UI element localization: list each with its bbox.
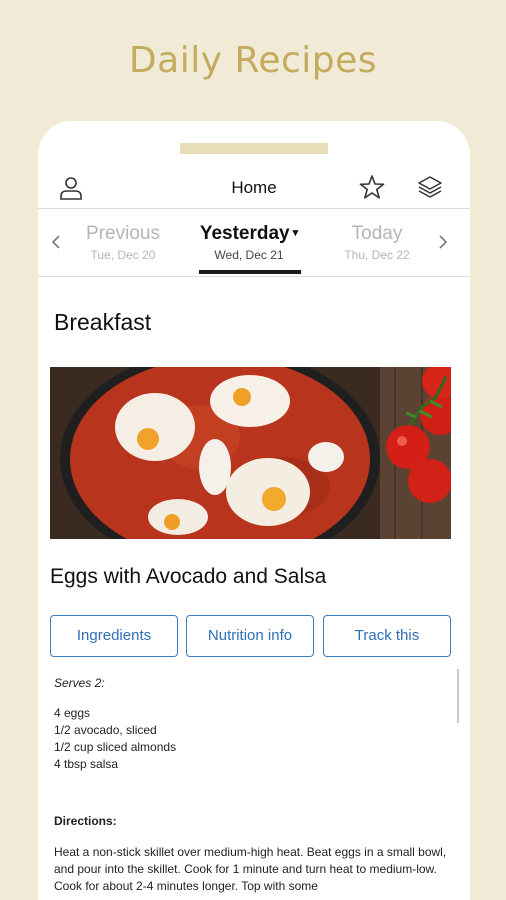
phone-frame: Home Previous Tue, Dec 20 Yesterday ▾ Wed…: [38, 121, 470, 900]
layers-icon[interactable]: [416, 173, 444, 201]
day-previous-date: Tue, Dec 20: [90, 248, 156, 262]
ingredient-item: 1/2 cup sliced almonds: [54, 740, 177, 754]
ingredient-item: 4 eggs: [54, 706, 91, 720]
recipe-photo: [50, 367, 451, 539]
day-previous-label: Previous: [86, 223, 160, 244]
track-this-button[interactable]: Track this: [323, 615, 451, 657]
ingredients-button[interactable]: Ingredients: [50, 615, 178, 657]
chevron-left-icon[interactable]: [49, 233, 63, 251]
star-icon[interactable]: [358, 173, 386, 201]
scrollbar[interactable]: [457, 669, 459, 723]
page-title: Home: [231, 178, 277, 197]
directions-text: Heat a non-stick skillet over medium-hig…: [54, 845, 447, 893]
app-bar: Home: [38, 171, 470, 209]
meal-section-title: Breakfast: [54, 309, 152, 335]
day-next-label: Today: [351, 223, 403, 244]
day-tab-next[interactable]: Today Thu, Dec 22: [317, 223, 437, 262]
ingredient-item: 4 tbsp salsa: [54, 757, 119, 771]
nutrition-info-button[interactable]: Nutrition info: [186, 615, 314, 657]
recipe-details: Serves 2: 4 eggs 1/2 avocado, sliced 1/2…: [54, 675, 450, 895]
promo-title: Daily Recipes: [128, 40, 378, 81]
ingredient-list: 4 eggs 1/2 avocado, sliced 1/2 cup slice…: [54, 705, 450, 773]
day-current-date: Wed, Dec 21: [214, 248, 284, 262]
chevron-down-icon: ▾: [292, 227, 299, 239]
selected-day-indicator: [199, 270, 301, 274]
directions-label: Directions:: [54, 814, 117, 828]
day-tab-previous[interactable]: Previous Tue, Dec 20: [63, 223, 183, 262]
day-tab-current[interactable]: Yesterday ▾ Wed, Dec 21: [189, 223, 309, 262]
day-navigator: Previous Tue, Dec 20 Yesterday ▾ Wed, Dec…: [38, 211, 470, 277]
day-next-date: Thu, Dec 22: [344, 248, 410, 262]
phone-notch: [180, 143, 328, 154]
recipe-title: Eggs with Avocado and Salsa: [50, 565, 327, 588]
chevron-right-icon[interactable]: [436, 233, 450, 251]
serves-label: Serves 2:: [54, 676, 105, 690]
ingredient-item: 1/2 avocado, sliced: [54, 723, 157, 737]
day-current-label: Yesterday: [199, 223, 290, 244]
